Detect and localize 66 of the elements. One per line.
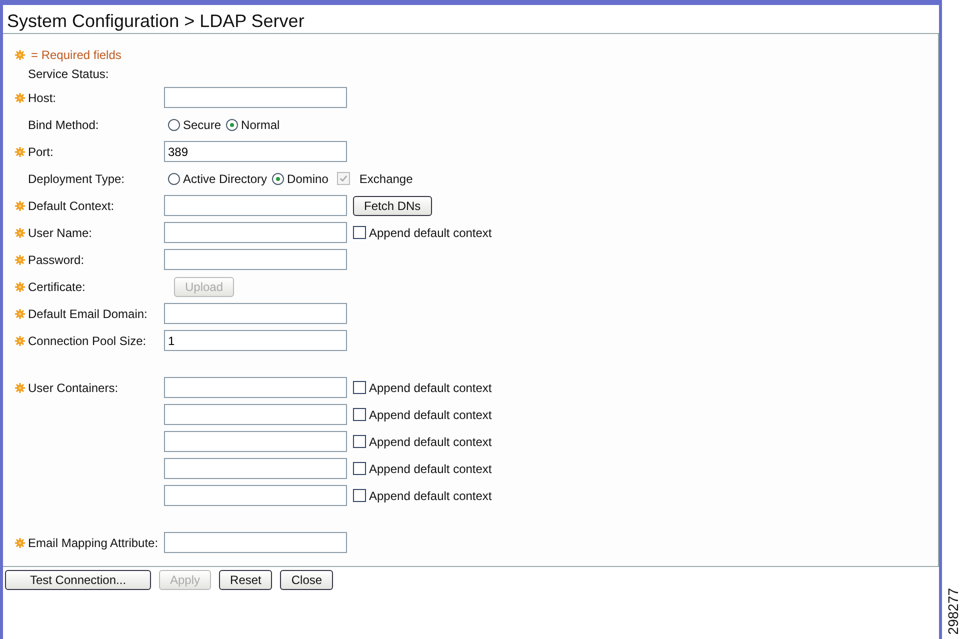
field-label: Bind Method:: [28, 118, 99, 132]
required-icon: [15, 336, 25, 346]
required-icon: [15, 254, 25, 264]
figure-number: 298277: [945, 588, 961, 635]
required-icon: [15, 382, 25, 392]
input-field[interactable]: [164, 404, 347, 425]
checkbox-label: Append default context: [369, 488, 492, 502]
option-label: Secure: [183, 118, 222, 132]
input-field[interactable]: [164, 377, 347, 398]
required-note: = Required fields: [31, 48, 122, 62]
checkbox[interactable]: [353, 462, 366, 475]
input-field[interactable]: [164, 458, 347, 479]
required-icon: [15, 146, 25, 156]
checkbox-label: Append default context: [369, 226, 492, 240]
checkbox-label: Append default context: [369, 434, 492, 448]
input-field[interactable]: [164, 532, 347, 553]
checkbox[interactable]: [353, 408, 366, 421]
radio-button[interactable]: [272, 172, 284, 184]
checkbox[interactable]: [353, 489, 366, 502]
action-button[interactable]: Reset: [219, 570, 272, 590]
field-label: Password:: [28, 252, 84, 266]
required-icon: [15, 282, 25, 292]
field-label: Service Status:: [28, 67, 109, 81]
radio-button[interactable]: [226, 118, 238, 130]
radio-button[interactable]: [168, 118, 180, 130]
input-field[interactable]: [164, 195, 347, 216]
option-label: Exchange: [359, 172, 413, 186]
input-field[interactable]: [164, 431, 347, 452]
option-label: Active Directory: [183, 172, 268, 186]
field-label: User Name:: [28, 226, 92, 240]
required-icon: [15, 308, 25, 318]
checkbox[interactable]: [353, 226, 366, 239]
field-label: User Containers:: [28, 380, 118, 394]
input-field[interactable]: [164, 87, 347, 108]
input-field[interactable]: [164, 222, 347, 243]
input-field[interactable]: [164, 249, 347, 270]
radio-button[interactable]: [168, 172, 180, 184]
checkbox-label: Append default context: [369, 408, 492, 422]
input-field[interactable]: 389: [164, 141, 347, 162]
field-label: Default Context:: [28, 198, 114, 212]
field-label: Default Email Domain:: [28, 306, 148, 320]
action-button[interactable]: Fetch DNs: [353, 196, 432, 216]
input-field[interactable]: [164, 303, 347, 324]
field-label: Deployment Type:: [28, 172, 124, 186]
required-icon: [15, 228, 25, 238]
option-label: Normal: [241, 118, 280, 132]
field-label: Connection Pool Size:: [28, 334, 146, 348]
required-icon: [15, 538, 25, 548]
checkbox-label: Append default context: [369, 462, 492, 476]
required-icon: [15, 92, 25, 102]
option-label: Domino: [287, 172, 328, 186]
field-label: Port:: [28, 144, 54, 158]
field-label: Certificate:: [28, 280, 86, 294]
action-button[interactable]: Test Connection...: [5, 570, 151, 590]
checkbox-label: Append default context: [369, 380, 492, 394]
checkbox[interactable]: [353, 435, 366, 448]
required-icon: [15, 200, 25, 210]
action-button[interactable]: Close: [280, 570, 334, 590]
field-label: Email Mapping Attribute:: [28, 536, 158, 550]
field-label: Host:: [28, 90, 56, 104]
check-icon: [339, 174, 348, 183]
checkbox[interactable]: [353, 381, 366, 394]
window-title: System Configuration > LDAP Server: [6, 10, 306, 33]
required-icon: [15, 50, 25, 60]
input-field[interactable]: 1: [164, 330, 347, 351]
input-field[interactable]: [164, 485, 347, 506]
